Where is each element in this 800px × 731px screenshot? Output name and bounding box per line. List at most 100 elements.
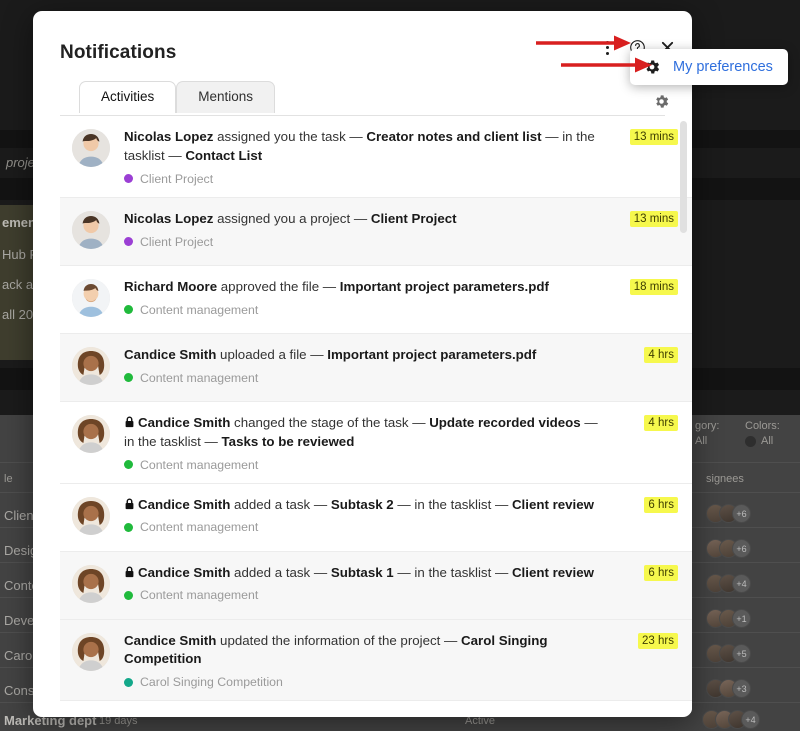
notification-text: Candice Smith added a task — Subtask 2 —… [124, 496, 608, 515]
project-name: Carol Singing Competition [140, 675, 283, 690]
avatar-more-count: +6 [732, 539, 751, 558]
avatar-photo-male-2 [72, 278, 110, 317]
project-name: Client Project [140, 171, 214, 186]
timestamp: 6 hrs [644, 496, 678, 513]
bg-row-avatars-1: +6 [706, 539, 751, 558]
notification-text: Richard Moore approved the file — Import… [124, 278, 549, 294]
list-item[interactable]: Richard Moore approved the file — Import… [60, 265, 692, 334]
project-tag: Carol Singing Competition [124, 675, 608, 689]
notification-settings-button[interactable] [653, 93, 670, 110]
notification-text: Candice Smith changed the stage of the t… [124, 414, 598, 449]
project-tag: Client Project [124, 172, 608, 186]
lock-icon [125, 566, 134, 577]
bg-col-assignees: signees [706, 473, 744, 485]
project-color-dot [124, 174, 133, 184]
bg-filter-category-label: gory: [695, 420, 720, 432]
avatar-photo-female-1 [72, 496, 110, 535]
list-item[interactable]: Candice Smith updated the information of… [60, 619, 692, 702]
list-item[interactable]: Nicolas Lopez assigned you the task — Cr… [60, 116, 692, 198]
avatar [72, 129, 110, 167]
project-color-dot [124, 590, 133, 600]
project-tag: Content management [124, 588, 608, 602]
list-item-body: Candice Smith changed the stage of the t… [124, 414, 678, 472]
avatar-more-count: +1 [732, 609, 751, 628]
bg-row-avatars-0: +6 [706, 504, 751, 523]
project-name: Client Project [140, 234, 214, 249]
project-color-dot [124, 237, 133, 247]
preferences-dropdown[interactable]: My preferences [630, 49, 788, 85]
list-item[interactable]: Candice Smith added a task — Subtask 2 —… [60, 483, 692, 552]
gear-icon [656, 95, 669, 108]
avatar-photo-male-1 [72, 129, 110, 167]
bg-filter-category-value: All [695, 435, 708, 447]
my-preferences-item[interactable]: My preferences [673, 59, 773, 75]
timestamp: 6 hrs [644, 564, 678, 581]
timestamp: 13 mins [629, 210, 678, 227]
lock-icon [125, 498, 134, 509]
notification-text: Candice Smith added a task — Subtask 1 —… [124, 564, 608, 583]
list-item-body: Nicolas Lopez assigned you a project — C… [124, 210, 678, 254]
notification-text: Candice Smith uploaded a file — Importan… [124, 346, 537, 362]
project-name: Content management [140, 370, 259, 385]
project-tag: Content management [124, 371, 608, 385]
notification-list[interactable]: Nicolas Lopez assigned you the task — Cr… [60, 116, 692, 713]
project-tag: Client Project [124, 235, 608, 249]
tab-mentions[interactable]: Mentions [176, 81, 276, 113]
project-name: Content management [140, 520, 259, 535]
scrollbar-thumb[interactable] [680, 121, 687, 233]
screen: project ement Hub Re ack an all 202 gory… [0, 0, 800, 731]
project-name: Content management [140, 302, 259, 317]
bg-bottom-row-avatars: +4 [702, 710, 760, 729]
timestamp: 13 mins [629, 129, 678, 145]
list-item-body: Candice Smith added a task — Subtask 2 —… [124, 496, 678, 540]
tab-bar: Activities Mentions [79, 81, 276, 113]
avatar [72, 414, 110, 453]
avatar [72, 210, 110, 249]
list-item[interactable]: Candice Smith added a task — Subtask 1 —… [60, 551, 692, 620]
project-color-dot [124, 460, 133, 469]
list-item[interactable]: Nicolas Lopez assigned you a project — C… [60, 197, 692, 266]
project-name: Content management [140, 457, 259, 472]
project-color-dot [124, 305, 133, 315]
notifications-modal: Notifications Activities Mentions Nicola… [33, 11, 692, 717]
timestamp: 23 hrs [638, 632, 678, 649]
annotation-arrow-to-more-options [536, 35, 631, 51]
page-title: Notifications [60, 42, 177, 63]
bg-row-avatars-4: +5 [706, 644, 751, 663]
timestamp: 4 hrs [644, 346, 678, 363]
project-tag: Content management [124, 303, 608, 317]
avatar-photo-male-1 [72, 210, 110, 249]
avatar-more-count: +3 [732, 679, 751, 698]
avatar-photo-female-1 [72, 632, 110, 671]
project-tag: Content management [124, 520, 608, 534]
list-item[interactable]: FU Form user added a task — Updated requ… [60, 701, 692, 713]
avatar-photo-female-1 [72, 564, 110, 603]
project-tag: Content management [124, 458, 608, 472]
timestamp: 18 mins [629, 278, 678, 295]
avatar-more-count: +6 [732, 504, 751, 523]
timestamp: 4 hrs [644, 414, 678, 431]
avatar [72, 564, 110, 603]
avatar-photo-female-1 [72, 346, 110, 385]
project-color-dot [124, 522, 133, 532]
bg-filter-colors-label: Colors: [745, 420, 780, 432]
avatar-more-count: +4 [732, 574, 751, 593]
avatar [72, 278, 110, 317]
avatar-more-count: +4 [741, 710, 760, 729]
list-item-body: Nicolas Lopez assigned you the task — Cr… [124, 128, 678, 186]
notification-text: Nicolas Lopez assigned you the task — Cr… [124, 129, 595, 163]
notification-text: Nicolas Lopez assigned you a project — C… [124, 210, 457, 226]
avatar [72, 346, 110, 385]
avatar [72, 496, 110, 535]
bg-filter-colors-value: All [761, 435, 774, 447]
notification-text: Candice Smith updated the information of… [124, 632, 548, 667]
bg-row-avatars-2: +4 [706, 574, 751, 593]
bg-row-avatars-3: +1 [706, 609, 751, 628]
list-item-body: Candice Smith added a task — Subtask 1 —… [124, 564, 678, 608]
avatar [72, 632, 110, 671]
annotation-arrow-to-my-preferences [561, 57, 652, 73]
list-item[interactable]: Candice Smith uploaded a file — Importan… [60, 333, 692, 402]
avatar-more-count: +5 [732, 644, 751, 663]
list-item[interactable]: Candice Smith changed the stage of the t… [60, 401, 692, 484]
tab-activities[interactable]: Activities [79, 81, 177, 113]
